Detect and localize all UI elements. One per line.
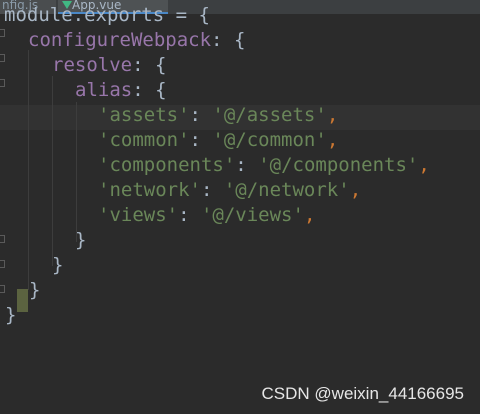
alias-value-string: '@/views': [200, 204, 304, 226]
fold-icon[interactable]: [0, 54, 5, 62]
alias-value-string: '@/components': [258, 154, 419, 176]
text-caret: [17, 289, 28, 312]
indent-guide: [52, 76, 53, 266]
closing-brace-resolve: }: [52, 254, 64, 276]
alias-entry: 'views': '@/views',: [98, 204, 316, 226]
module-exports-text: module.exports = {: [4, 4, 210, 26]
code-line-1: module.exports = {: [4, 3, 210, 28]
indent-guide: [76, 102, 77, 242]
fold-icon[interactable]: [0, 235, 5, 243]
closing-brace-module: }: [5, 304, 17, 326]
closing-brace-configure: }: [29, 279, 41, 301]
code-line-2: configureWebpack: {: [28, 29, 246, 51]
alias-entry: 'network': '@/network',: [98, 179, 362, 201]
alias-entry: 'assets': '@/assets',: [98, 104, 339, 126]
code-line-4: alias: {: [75, 79, 167, 101]
configure-webpack-key: configureWebpack: [28, 29, 212, 51]
alias-entry: 'common': '@/common',: [98, 129, 339, 151]
watermark-text: CSDN @weixin_44166695: [261, 384, 464, 403]
alias-value-string: '@/common': [212, 129, 327, 151]
fold-icon[interactable]: [0, 29, 5, 37]
alias-key-string: 'components': [98, 154, 236, 176]
alias-key: alias: [75, 79, 133, 101]
code-line-3: resolve: {: [52, 54, 167, 76]
alias-key-string: 'assets': [98, 104, 190, 126]
alias-entry: 'components': '@/components',: [98, 154, 430, 176]
alias-key-string: 'views': [98, 204, 179, 226]
code-editor[interactable]: module.exports = { configureWebpack: { r…: [0, 4, 480, 414]
fold-icon[interactable]: [0, 285, 5, 293]
alias-key-string: 'network': [98, 179, 201, 201]
fold-icon[interactable]: [0, 79, 5, 87]
closing-brace-alias: }: [75, 229, 87, 251]
resolve-key: resolve: [52, 54, 133, 76]
alias-value-string: '@/assets': [212, 104, 327, 126]
fold-icon[interactable]: [0, 260, 5, 268]
indent-guide: [28, 50, 29, 290]
fold-gutter: [0, 14, 6, 414]
alias-value-string: '@/network': [223, 179, 350, 201]
alias-key-string: 'common': [98, 129, 190, 151]
